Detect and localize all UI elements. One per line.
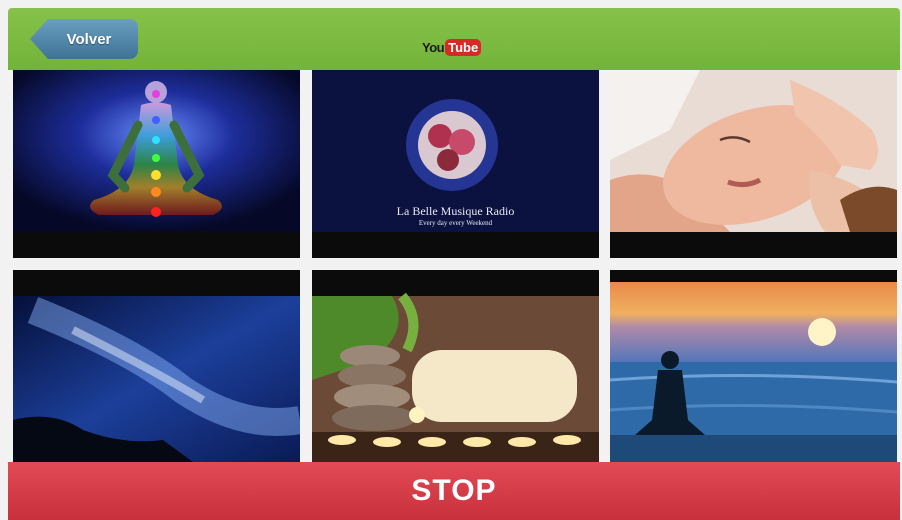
video-grid: La Belle Musique Radio Every day every W… (13, 70, 897, 462)
youtube-logo-you: You (422, 39, 445, 55)
video-tile-sunset[interactable] (610, 270, 897, 462)
video-tile-milkyway[interactable] (13, 270, 300, 462)
chakra-meditation-thumbnail (13, 70, 300, 258)
video-tile-radio[interactable]: La Belle Musique Radio Every day every W… (312, 70, 599, 258)
youtube-logo: You Tube (422, 36, 482, 58)
spa-stones-thumbnail (312, 270, 599, 462)
face-massage-thumbnail (610, 70, 897, 258)
stop-button[interactable]: STOP (8, 462, 900, 520)
video-tile-chakra[interactable] (13, 70, 300, 258)
back-button-label: Volver (66, 30, 112, 48)
radio-title: La Belle Musique Radio (396, 204, 515, 218)
video-tile-spa[interactable] (312, 270, 599, 462)
youtube-logo-tube: Tube (445, 38, 482, 56)
back-button[interactable]: Volver (30, 19, 138, 59)
radio-logo-thumbnail (312, 70, 599, 258)
video-tile-massage[interactable] (610, 70, 897, 258)
radio-subtitle: Every day every Weekend (418, 219, 493, 227)
milky-way-thumbnail (13, 270, 300, 462)
top-bar: Volver You Tube (8, 8, 900, 70)
sunset-meditation-thumbnail (610, 270, 897, 462)
stop-button-label: STOP (411, 474, 497, 507)
